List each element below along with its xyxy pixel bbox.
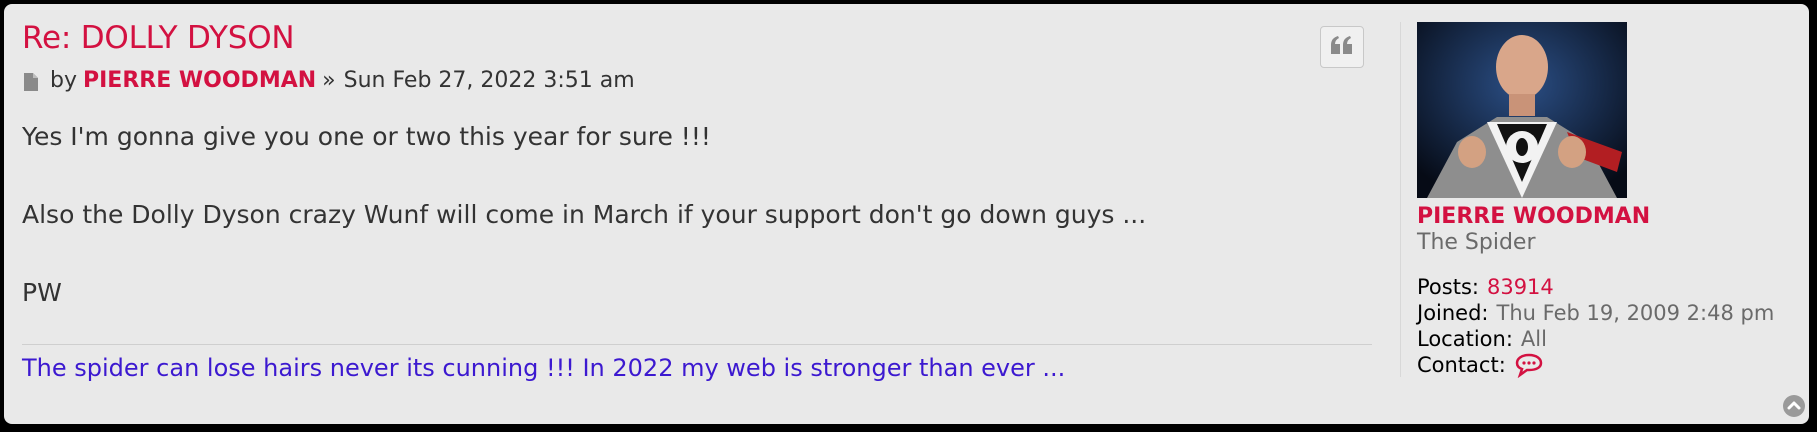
content-paragraph: PW	[22, 278, 62, 307]
post-panel: Re: DOLLY DYSON by PIERRE WOODMAN » Sun …	[4, 4, 1809, 424]
post-author-line: by PIERRE WOODMAN » Sun Feb 27, 2022 3:5…	[22, 66, 1372, 96]
location-label: Location:	[1417, 327, 1513, 351]
posts-label: Posts:	[1417, 275, 1479, 299]
profile-details: Posts: 83914 Joined: Thu Feb 19, 2009 2:…	[1417, 274, 1800, 379]
post-title[interactable]: Re: DOLLY DYSON	[22, 18, 1372, 58]
post-content: Yes I'm gonna give you one or two this y…	[22, 118, 1372, 312]
quote-icon	[1330, 35, 1354, 59]
quote-button[interactable]	[1320, 26, 1364, 68]
joined-value: Thu Feb 19, 2009 2:48 pm	[1496, 301, 1775, 325]
profile-location: Location: All	[1417, 326, 1800, 352]
profile-contact: Contact:	[1417, 352, 1800, 379]
speech-bubble-icon[interactable]	[1514, 352, 1544, 379]
post-author-link[interactable]: PIERRE WOODMAN	[83, 66, 316, 96]
by-label: by	[50, 68, 77, 93]
post-date: Sun Feb 27, 2022 3:51 am	[343, 68, 635, 93]
contact-label: Contact:	[1417, 353, 1506, 377]
joined-label: Joined:	[1417, 301, 1489, 325]
avatar[interactable]	[1417, 22, 1627, 198]
date-separator: »	[322, 68, 336, 93]
post-body: Re: DOLLY DYSON by PIERRE WOODMAN » Sun …	[22, 18, 1372, 312]
posts-count-link[interactable]: 83914	[1487, 274, 1554, 300]
content-paragraph: Also the Dolly Dyson crazy Wunf will com…	[22, 200, 1147, 229]
profile-joined: Joined: Thu Feb 19, 2009 2:48 pm	[1417, 300, 1800, 326]
profile-username[interactable]: PIERRE WOODMAN	[1417, 204, 1800, 230]
profile-posts: Posts: 83914	[1417, 274, 1800, 300]
chevron-up-circle-icon[interactable]	[1782, 394, 1806, 418]
post-signature: The spider can lose hairs never its cunn…	[22, 344, 1372, 385]
content-paragraph: Yes I'm gonna give you one or two this y…	[22, 122, 711, 151]
location-value: All	[1520, 327, 1547, 351]
post-profile: PIERRE WOODMAN The Spider Posts: 83914 J…	[1400, 22, 1800, 379]
document-icon[interactable]	[22, 71, 40, 91]
profile-rank: The Spider	[1417, 230, 1536, 255]
